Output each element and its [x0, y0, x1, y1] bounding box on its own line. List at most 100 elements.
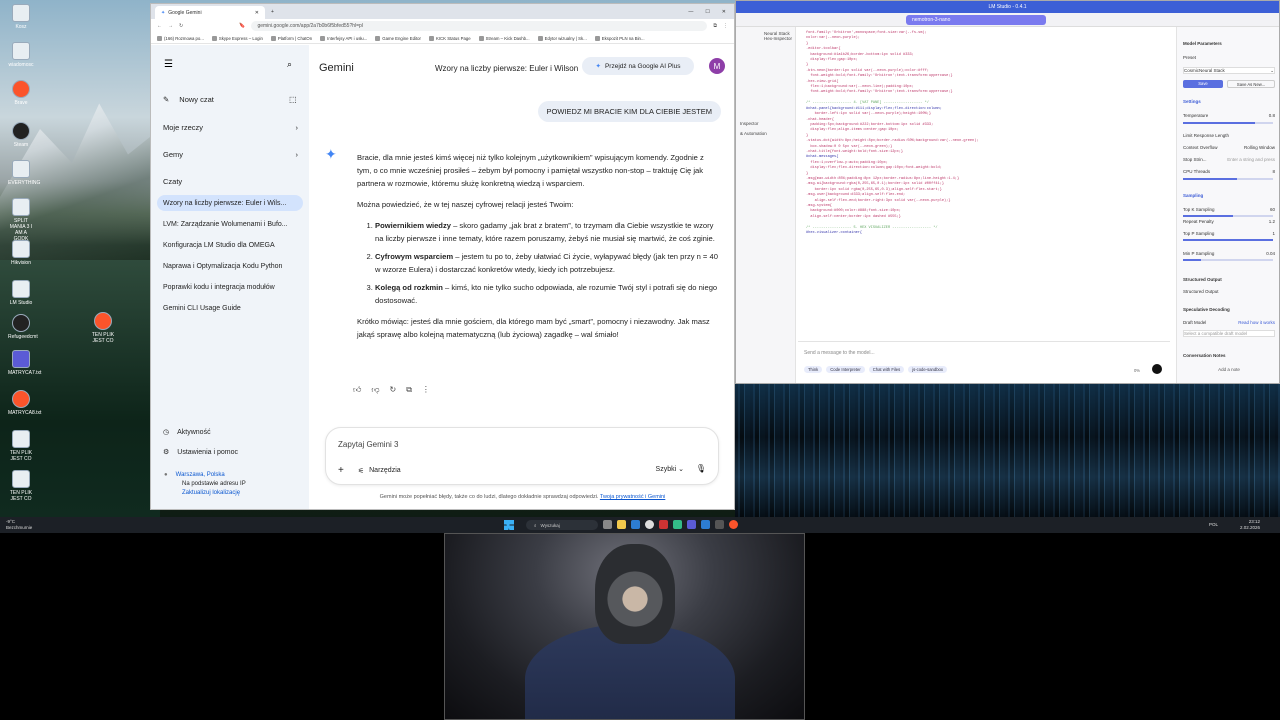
lm-studio-icon[interactable]	[687, 520, 696, 529]
settings-item[interactable]: ⚙ Ustawienia i pomoc	[163, 448, 238, 457]
windows-start-icon[interactable]	[504, 520, 514, 530]
new-chat-button[interactable]: ✎ Nowy czat	[163, 95, 214, 104]
minp-slider[interactable]	[1183, 259, 1273, 261]
gemini-brand[interactable]: Gemini	[319, 62, 354, 74]
save-as-new-button[interactable]: Save As New...	[1227, 80, 1275, 88]
hamburger-menu-icon[interactable]: ☰	[164, 59, 173, 70]
gems-item[interactable]: Gemy ›	[163, 150, 298, 159]
task-view-icon[interactable]	[603, 520, 612, 529]
bookmark-item[interactable]: Interfejsy API i usłu...	[320, 35, 367, 41]
chip-js-sandbox[interactable]: js-code-sandbox	[908, 366, 947, 373]
bookmark-item[interactable]: Game Engine Editor	[375, 35, 421, 41]
edge-icon[interactable]	[631, 520, 640, 529]
desktop-icon[interactable]: EVERYTHING	[8, 160, 40, 186]
chip-think[interactable]: Think	[804, 366, 823, 373]
bookmark-item[interactable]: Platform | ChatOn	[270, 35, 312, 41]
tools-button[interactable]: ⚟ Narzędzia	[358, 467, 401, 475]
menu-icon[interactable]: ⋮	[723, 23, 728, 29]
add-note-button[interactable]: Add a note	[1183, 367, 1275, 372]
desktop-icon[interactable]: SPLIT MANIA 3 I AM A GODK	[8, 198, 34, 242]
desktop-icon[interactable]: TEN PLIK JEST CO	[8, 470, 34, 502]
desktop-icon[interactable]: Refugeedcmt	[8, 314, 38, 340]
topk-slider[interactable]	[1183, 215, 1273, 217]
brave-icon	[12, 80, 30, 98]
brave-icon[interactable]	[729, 520, 738, 529]
close-tab-icon[interactable]: ✕	[255, 10, 259, 16]
model-select[interactable]: nemotron-3-nano	[906, 15, 1046, 25]
chat-item[interactable]: LVM: Zarządzanie Wolumenami i Bufo...	[157, 216, 303, 232]
file-explorer-icon[interactable]	[617, 520, 626, 529]
app-icon[interactable]	[659, 520, 668, 529]
close-window-icon[interactable]: ✕	[722, 9, 726, 15]
model-selector[interactable]: Szybki ⌄	[656, 465, 684, 473]
desktop-icon[interactable]: Hikvision	[8, 240, 34, 266]
bookmark-item[interactable]: Ekspozit PLN na Bin...	[594, 35, 645, 41]
desktop-icon[interactable]: MATRYCA7.txt	[8, 350, 41, 376]
desktop-icon[interactable]: wiadomosc	[8, 42, 34, 68]
chrome-icon[interactable]	[645, 520, 654, 529]
desktop-icon[interactable]: Steam	[8, 122, 34, 148]
minimize-icon[interactable]: —	[688, 9, 693, 15]
conversation-title[interactable]: Wzory na liczby pierwsze: Euler i Wilson	[435, 64, 580, 73]
activity-item[interactable]: ◷ Aktywność	[163, 428, 211, 437]
microphone-icon[interactable]: 🎙︎	[696, 464, 706, 473]
add-icon[interactable]: +	[338, 465, 344, 476]
draft-model-select[interactable]: Select a compatible draft model	[1183, 330, 1275, 337]
maximize-icon[interactable]: ☐	[705, 9, 709, 15]
desktop-icon[interactable]: Brave	[8, 80, 34, 106]
desktop-icon[interactable]: TEN PLIK JEST CO	[8, 430, 34, 462]
send-button[interactable]	[1152, 364, 1162, 374]
bookmark-item[interactable]: Edytor wizualny | Sk...	[537, 35, 587, 41]
chat-item[interactable]: Poprawki kodu i integracja modułów	[157, 279, 303, 295]
bookmark-item[interactable]: (166) Rozmowa po...	[157, 35, 204, 41]
cpu-threads-slider[interactable]	[1183, 178, 1273, 180]
url-input[interactable]: gemini.google.com/app/2a7b0b6f5bfed55?hl…	[251, 21, 708, 31]
chat-item[interactable]: Wzory na liczby pierwsze: Euler i Wils..…	[157, 195, 303, 211]
preset-select[interactable]: CosmicNeural Stack ⌄	[1183, 67, 1275, 74]
app-icon[interactable]	[701, 520, 710, 529]
privacy-link[interactable]: Twoja prywatność i Gemini	[600, 494, 665, 500]
reload-icon[interactable]: ↻	[179, 23, 183, 29]
new-tab-icon[interactable]: +	[271, 9, 274, 15]
bookmark-item[interactable]: KICK Status Page	[428, 35, 471, 41]
back-icon[interactable]: ←	[157, 23, 162, 29]
desktop-icon[interactable]: Kosz	[8, 4, 34, 30]
more-options-icon[interactable]: ⋮	[422, 385, 430, 395]
tab-gemini[interactable]: ✦ Google Gemini ✕	[155, 6, 265, 19]
save-preset-button[interactable]: Save	[1183, 80, 1223, 88]
temperature-slider[interactable]	[1183, 122, 1273, 124]
chip-code-interpreter[interactable]: Code Interpreter	[826, 366, 865, 373]
clock[interactable]: 23:12 2.02.2026	[1240, 519, 1260, 531]
app-icon[interactable]	[673, 520, 682, 529]
upgrade-button[interactable]: ✦ Przejdź na Google AI Plus	[582, 57, 694, 75]
forward-icon[interactable]: →	[168, 23, 173, 29]
prompt-input[interactable]: Zapytaj Gemini 3	[338, 440, 398, 449]
desktop-icon[interactable]: MATRYCA8.txt	[8, 390, 41, 416]
my-things-item[interactable]: Moje rzeczy ›	[163, 123, 298, 132]
extensions-icon[interactable]: ⧉	[713, 23, 717, 29]
desktop-icon[interactable]: LM Studio	[8, 280, 34, 306]
chat-item[interactable]: Naprawa i Optymalizacja Kodu Python	[157, 258, 303, 274]
regenerate-icon[interactable]: ↻	[390, 385, 397, 395]
chat-item[interactable]: Konfiguracja LM Studio dla OMEGA	[157, 237, 303, 253]
copy-icon[interactable]: ⧉	[406, 385, 412, 395]
bookmark-item[interactable]: Skype Express – Login	[211, 35, 263, 41]
chat-item[interactable]: Gemini CLI Usage Guide	[157, 300, 303, 316]
weather-widget[interactable]: -9°C Bezchmurnie	[6, 519, 32, 531]
lmstudio-window: LM Studio - 0.4.1 nemotron-3-nano Neural…	[735, 0, 1280, 384]
tab-inspector[interactable]: Neural Stack Hex-Inspector	[736, 31, 795, 41]
taskbar-search[interactable]: ⌕ Wyszukaj	[526, 520, 598, 530]
bookmark-icon[interactable]: 🔖	[239, 23, 245, 29]
terminal-icon[interactable]	[715, 520, 724, 529]
avatar[interactable]: M	[709, 58, 725, 74]
lm-message-input[interactable]: Send a message to the model...	[804, 350, 875, 356]
desktop-icon[interactable]: TEN PLIK JEST CO	[88, 312, 118, 344]
thumbs-up-icon[interactable]: 👍︎	[353, 385, 361, 395]
chip-chat-files[interactable]: Chat with Files	[868, 366, 905, 373]
search-icon[interactable]: ⌕	[287, 59, 292, 70]
bookmark-item[interactable]: Stream – Kick Dashb...	[478, 35, 530, 41]
thumbs-down-icon[interactable]: 👎︎	[371, 385, 379, 395]
temporary-chat-icon[interactable]: ⬚	[289, 95, 297, 104]
update-location-link[interactable]: Zaktualizuj lokalizację	[164, 489, 246, 498]
topp-slider[interactable]	[1183, 239, 1273, 241]
